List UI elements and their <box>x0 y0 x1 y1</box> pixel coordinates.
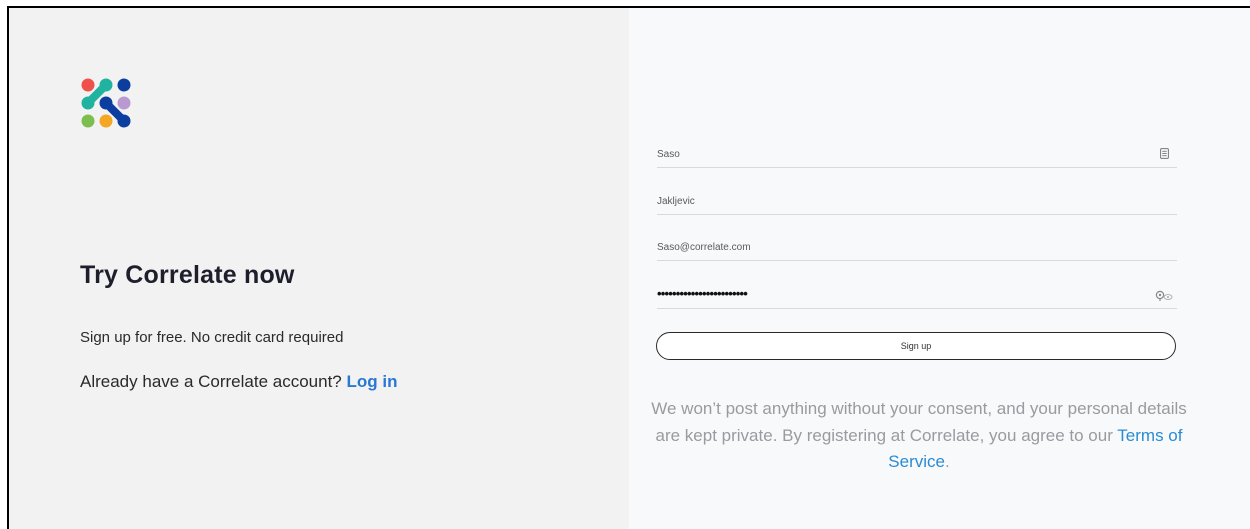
left-panel: Try Correlate now Sign up for free. No c… <box>9 8 629 529</box>
signup-page: Try Correlate now Sign up for free. No c… <box>7 6 1250 529</box>
privacy-disclaimer: We won’t post anything without your cons… <box>649 396 1189 476</box>
email-field[interactable]: Saso@correlate.com <box>657 238 1177 261</box>
contact-card-icon[interactable] <box>1160 148 1169 159</box>
page-title: Try Correlate now <box>80 261 295 289</box>
first-name-field[interactable]: Saso <box>657 145 1177 168</box>
disclaimer-period: . <box>944 452 950 471</box>
signup-button[interactable]: Sign up <box>656 332 1176 360</box>
login-link[interactable]: Log in <box>347 372 398 391</box>
last-name-field[interactable]: Jakljevic <box>657 192 1177 215</box>
password-field[interactable]: •••••••••••••••••••••••• <box>657 286 1177 309</box>
first-name-value: Saso <box>657 149 680 160</box>
login-prompt-text: Already have a Correlate account? <box>80 372 342 391</box>
email-value: Saso@correlate.com <box>657 242 751 253</box>
show-password-icon[interactable] <box>1155 290 1173 302</box>
password-value: •••••••••••••••••••••••• <box>657 286 748 301</box>
disclaimer-text: We won’t post anything without your cons… <box>651 399 1187 445</box>
last-name-value: Jakljevic <box>657 196 695 207</box>
signup-form-panel: Saso Jakljevic Saso@correlate.com ••••••… <box>629 8 1250 529</box>
login-prompt: Already have a Correlate account? Log in <box>80 372 397 392</box>
signup-subtitle: Sign up for free. No credit card require… <box>80 329 344 346</box>
correlate-logo <box>81 78 131 128</box>
